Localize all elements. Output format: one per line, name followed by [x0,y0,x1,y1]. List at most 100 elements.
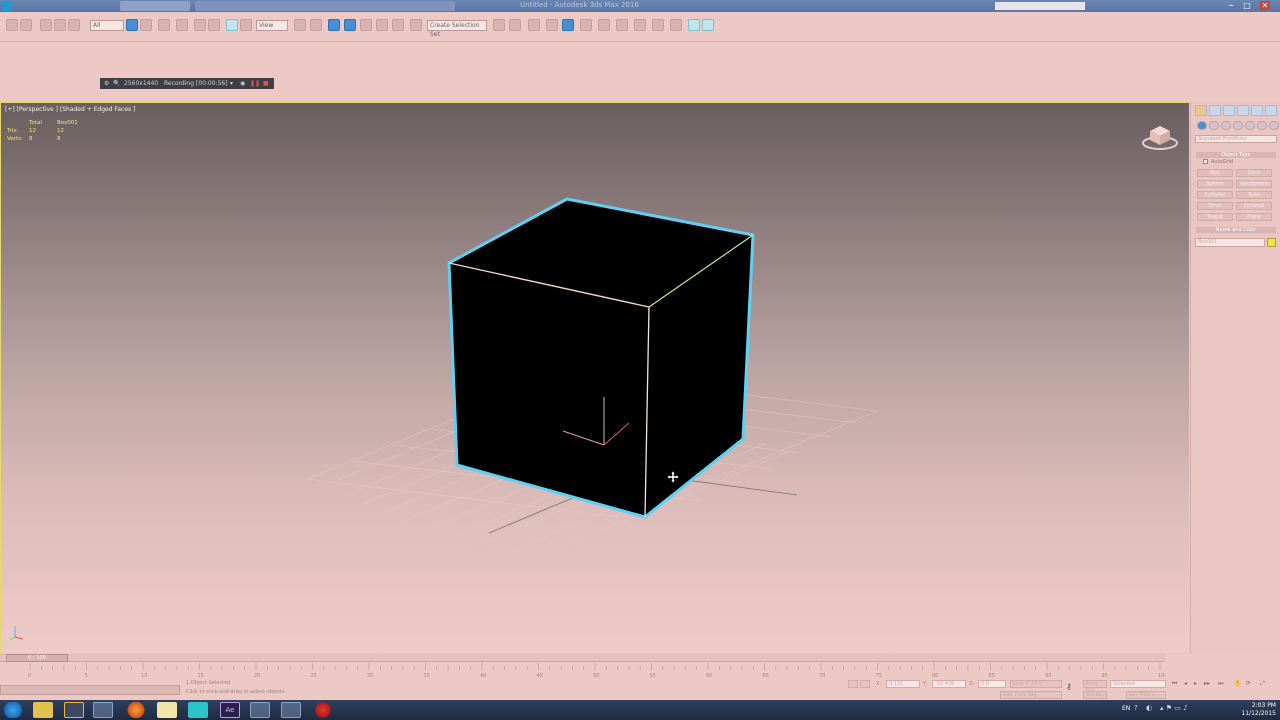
auto-key-button[interactable]: Auto Key [1083,680,1107,693]
torus-button[interactable]: Torus [1197,202,1233,210]
track-bar[interactable]: 0 5 10 15 20 25 30 35 40 45 50 55 60 65 70 75 80 85 90 95 10… [0,663,1165,679]
selected-set-dropdown[interactable]: Selected [1110,680,1166,688]
chrome-icon[interactable] [93,702,113,718]
recorder-zoom-icon[interactable]: 🔍 [113,78,120,89]
teapot-button[interactable]: Teapot [1197,213,1233,221]
viewport-label[interactable]: [+] [Perspective ] [Shaded + Edged Faces… [5,106,135,113]
schematic-view-icon[interactable] [580,19,592,31]
start-button-icon[interactable] [2,702,24,718]
play-icon[interactable]: ▸ [1194,680,1197,687]
box-button[interactable]: Box [1197,169,1233,177]
spinner-snap-icon[interactable] [392,19,404,31]
systems-category-icon[interactable] [1269,121,1279,130]
maxscript-listener[interactable] [0,685,180,695]
recorder-camera-icon[interactable]: ◉ [240,78,245,89]
lights-category-icon[interactable] [1221,121,1231,130]
name-and-color-rollout[interactable]: Name and Color [1196,227,1276,233]
input-language[interactable]: EN [1122,705,1130,712]
keyboard-shortcut-override-icon[interactable] [328,19,340,31]
angle-snap-icon[interactable] [360,19,372,31]
tray-icons[interactable]: ▴ ⚑ ▭ ♪ [1160,704,1188,712]
tab-modify[interactable] [1209,105,1221,116]
sphere-button[interactable]: Sphere [1197,180,1233,188]
edit-named-selection-icon[interactable] [410,19,422,31]
recorder-stop-icon[interactable]: ■ [263,78,269,89]
x-coordinate-field[interactable]: 0.131 [886,680,920,688]
mirror-icon[interactable] [493,19,505,31]
perspective-viewport[interactable]: [+] [Perspective ] [Shaded + Edged Faces… [0,102,1190,654]
pivot-center-icon[interactable] [294,19,306,31]
media-player-icon[interactable] [64,702,84,718]
helpers-category-icon[interactable] [1245,121,1255,130]
bind-space-warp-icon[interactable] [68,19,80,31]
3ds-max-active-icon[interactable] [281,702,301,718]
add-time-tag-button[interactable]: Add Time Tag [1000,691,1062,699]
set-key-button[interactable]: Set Key [1083,691,1107,699]
tab-create[interactable] [1195,105,1207,116]
geosphere-button[interactable]: GeoSphere [1236,180,1272,188]
toggle-ribbon-icon[interactable] [546,19,558,31]
select-object-icon[interactable] [126,19,138,31]
maximize-button[interactable]: □ [1242,1,1252,10]
move-icon[interactable] [194,19,206,31]
scale-icon[interactable] [226,19,238,31]
unlink-icon[interactable] [54,19,66,31]
absolute-mode-icon[interactable] [860,680,870,688]
tab-display[interactable] [1251,105,1263,116]
rotate-icon[interactable] [208,19,220,31]
spacewarps-category-icon[interactable] [1257,121,1267,130]
cone-button[interactable]: Cone [1236,169,1272,177]
align-icon[interactable] [509,19,521,31]
file-explorer-icon[interactable] [33,702,53,718]
manipulate-icon[interactable] [310,19,322,31]
notes-icon[interactable] [250,702,270,718]
folder-icon[interactable] [157,702,177,718]
key-mode-icon[interactable]: ⚷ [1066,682,1072,691]
select-by-name-icon[interactable] [140,19,152,31]
pan-view-icon[interactable]: ✋ [1234,680,1241,687]
key-filters-button[interactable]: Key Filters... [1126,691,1166,699]
curve-editor-icon[interactable] [562,19,574,31]
a360-gallery-icon[interactable] [702,19,714,31]
close-button[interactable]: ✕ [1260,1,1270,10]
pyramid-button[interactable]: Pyramid [1236,202,1272,210]
object-type-rollout[interactable]: Object Type [1196,152,1276,158]
next-frame-icon[interactable]: ▸▸ [1204,680,1210,687]
primitive-type-select[interactable]: Standard Primitives [1195,135,1277,143]
layer-explorer-icon[interactable] [528,19,540,31]
shapes-category-icon[interactable] [1209,121,1219,130]
render-in-cloud-icon[interactable] [688,19,700,31]
render-production-icon[interactable] [652,19,664,31]
selection-filter-select[interactable]: All [90,20,124,31]
render-iterative-icon[interactable] [670,19,682,31]
minimize-button[interactable]: ─ [1226,1,1236,10]
plane-button[interactable]: Plane [1236,213,1272,221]
viewcube-icon[interactable] [1141,121,1179,151]
maximize-viewport-icon[interactable]: ⤢ [1260,680,1265,688]
go-to-end-icon[interactable]: ⏭ [1218,680,1223,688]
lock-selection-icon[interactable] [848,680,858,688]
network-icon[interactable]: ◐ [1146,704,1152,712]
help-icon[interactable]: ? [1134,704,1138,712]
search-input[interactable] [995,2,1085,10]
render-setup-icon[interactable] [616,19,628,31]
cameras-category-icon[interactable] [1233,121,1243,130]
reference-coord-select[interactable]: View [256,20,288,31]
autogrid-checkbox[interactable]: AutoGrid [1203,159,1233,165]
object-color-swatch[interactable] [1267,238,1276,247]
window-crossing-icon[interactable] [176,19,188,31]
autogrid-check[interactable] [1203,159,1208,164]
recorder-dropdown-icon[interactable]: ▾ [230,78,233,89]
named-selection-set-select[interactable]: Create Selection Set [427,20,487,38]
snaps-toggle-icon[interactable] [344,19,356,31]
z-coordinate-field[interactable]: 0.0 [978,680,1006,688]
recorder-gear-icon[interactable]: ⚙ [104,78,109,89]
geometry-category-icon[interactable] [1197,121,1207,130]
rendered-frame-window-icon[interactable] [634,19,646,31]
tab-utilities[interactable] [1265,105,1277,116]
redo-icon[interactable] [20,19,32,31]
cylinder-button[interactable]: Cylinder [1197,191,1233,199]
go-to-start-icon[interactable]: ⏮ [1172,680,1177,688]
tab-hierarchy[interactable] [1223,105,1235,116]
firefox-icon[interactable] [126,702,146,718]
